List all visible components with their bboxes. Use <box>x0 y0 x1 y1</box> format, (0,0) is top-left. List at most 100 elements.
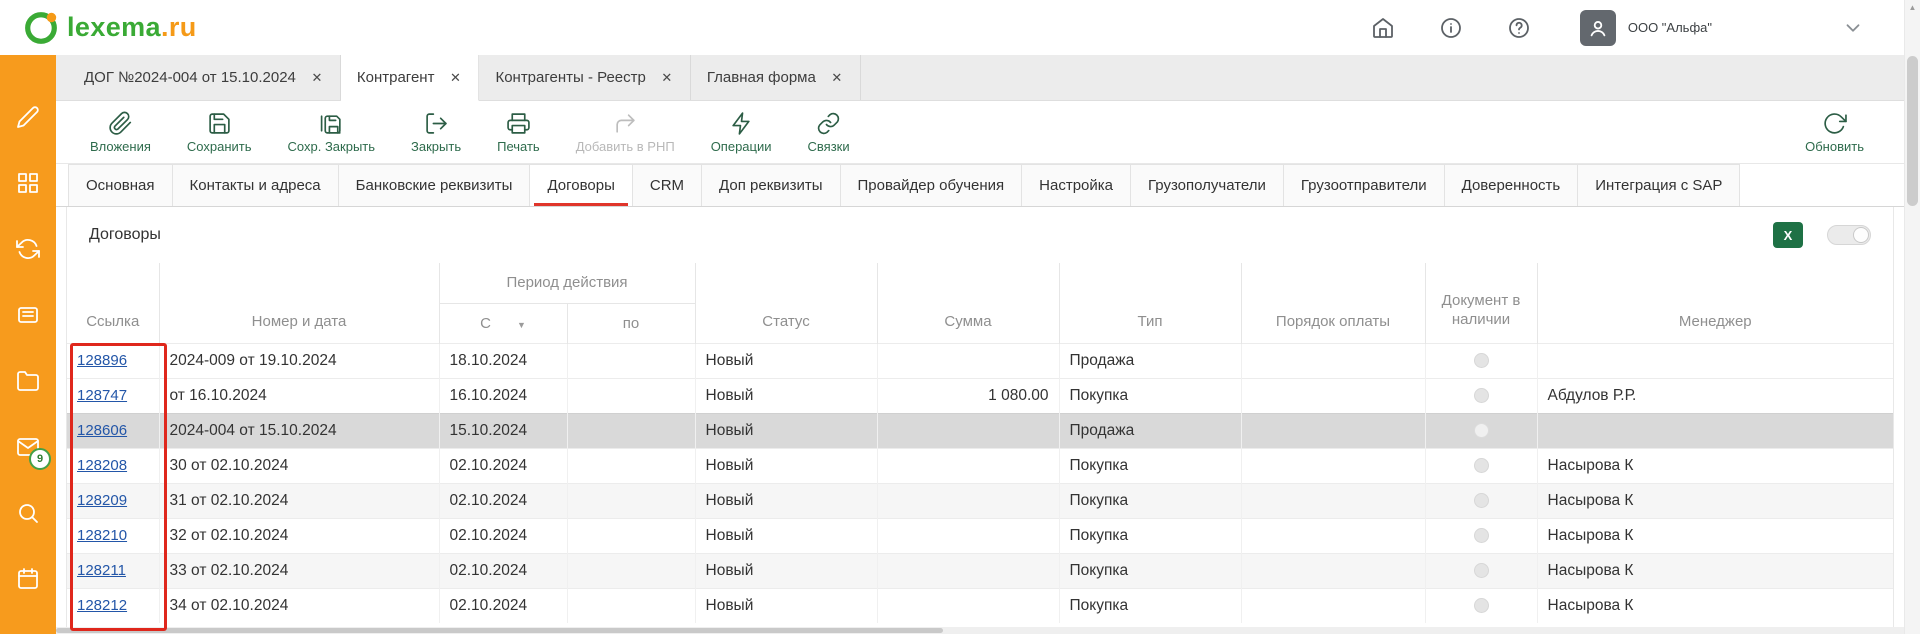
subtab-crm[interactable]: CRM <box>633 164 702 206</box>
toolbar: Вложения Сохранить Сохр. Закрыть Закрыть… <box>56 101 1904 163</box>
search-icon[interactable] <box>16 501 40 525</box>
topbar-actions: ООО "Альфа" <box>1328 10 1864 46</box>
subtab-dogovory[interactable]: Договоры <box>530 164 632 206</box>
doc-checkbox[interactable] <box>1474 458 1489 473</box>
filter-toggle[interactable] <box>1827 225 1871 245</box>
window-tab-kontragent[interactable]: Контрагент <box>341 55 480 101</box>
folder-icon[interactable] <box>16 369 40 393</box>
cell-manager: Насырова К <box>1537 553 1893 588</box>
print-button[interactable]: Печать <box>497 111 540 154</box>
mail-icon[interactable]: 9 <box>16 435 40 459</box>
close-tab-icon[interactable] <box>310 71 324 85</box>
subtab-doverennost[interactable]: Доверенность <box>1445 164 1579 206</box>
attachments-button[interactable]: Вложения <box>90 111 151 154</box>
window-tab-reestr[interactable]: Контрагенты - Реестр <box>479 55 690 100</box>
col-header-from[interactable]: С <box>439 303 567 343</box>
cell-payment <box>1241 553 1425 588</box>
window-tab-dog[interactable]: ДОГ №2024-004 от 15.10.2024 <box>68 55 341 100</box>
table-header: Ссылка Номер и дата Период действия Стат… <box>67 263 1893 343</box>
table-row[interactable]: 128747 от 16.10.2024 16.10.2024 Новый 1 … <box>67 378 1893 413</box>
contracts-panel: Договоры X Ссылка Номер и дата Период де… <box>66 207 1894 634</box>
doc-checkbox[interactable] <box>1474 528 1489 543</box>
user-icon <box>1587 17 1609 39</box>
col-header-type[interactable]: Тип <box>1059 263 1241 343</box>
cell-status: Новый <box>695 413 877 448</box>
horizontal-scrollbar[interactable] <box>56 627 1904 634</box>
subtab-kontakty[interactable]: Контакты и адреса <box>173 164 339 206</box>
doc-checkbox[interactable] <box>1474 493 1489 508</box>
horizontal-scrollbar-thumb[interactable] <box>56 628 943 633</box>
table-row-selected[interactable]: 128606 2024-004 от 15.10.2024 15.10.2024… <box>67 413 1893 448</box>
edit-icon[interactable] <box>16 105 40 129</box>
table-row[interactable]: 128209 31 от 02.10.2024 02.10.2024 Новый… <box>67 483 1893 518</box>
cell-type: Покупка <box>1059 518 1241 553</box>
contract-link[interactable]: 128209 <box>77 492 127 509</box>
window-tab-main-form[interactable]: Главная форма <box>691 55 861 100</box>
vertical-scrollbar-thumb[interactable] <box>1907 56 1918 206</box>
sync-icon[interactable] <box>16 237 40 261</box>
subtab-gruzopoluchateli[interactable]: Грузополучатели <box>1131 164 1284 206</box>
save-close-button[interactable]: Сохр. Закрыть <box>288 111 376 154</box>
help-icon[interactable] <box>1506 15 1532 41</box>
contract-link[interactable]: 128212 <box>77 597 127 614</box>
subtab-nastroika[interactable]: Настройка <box>1022 164 1131 206</box>
table-row[interactable]: 128211 33 от 02.10.2024 02.10.2024 Новый… <box>67 553 1893 588</box>
operations-button[interactable]: Операции <box>711 111 772 154</box>
col-header-number[interactable]: Номер и дата <box>159 263 439 343</box>
table-row[interactable]: 128212 34 от 02.10.2024 02.10.2024 Новый… <box>67 588 1893 623</box>
contract-link[interactable]: 128747 <box>77 387 127 404</box>
save-button[interactable]: Сохранить <box>187 111 252 154</box>
close-tab-icon[interactable] <box>448 71 462 85</box>
doc-checkbox[interactable] <box>1474 353 1489 368</box>
calendar-icon[interactable] <box>16 567 40 591</box>
close-tab-icon[interactable] <box>830 71 844 85</box>
col-header-status[interactable]: Статус <box>695 263 877 343</box>
cell-date-to <box>567 343 695 378</box>
excel-export-button[interactable]: X <box>1773 222 1803 248</box>
cell-date-to <box>567 588 695 623</box>
col-header-doc[interactable]: Документ в наличии <box>1425 263 1537 343</box>
org-selector[interactable]: ООО "Альфа" <box>1580 10 1712 46</box>
scroll-up-icon[interactable] <box>1905 3 1920 12</box>
contract-link[interactable]: 128896 <box>77 352 127 369</box>
top-bar: lexema.ru ООО "Альфа" <box>0 0 1904 55</box>
sort-dropdown-icon[interactable] <box>517 320 526 330</box>
doc-checkbox[interactable] <box>1474 563 1489 578</box>
home-icon[interactable] <box>1370 15 1396 41</box>
modules-grid-icon[interactable] <box>16 171 40 195</box>
vertical-scrollbar[interactable] <box>1904 0 1920 634</box>
lexema-logo[interactable]: lexema.ru <box>22 9 197 47</box>
contract-link[interactable]: 128208 <box>77 457 127 474</box>
reports-icon[interactable] <box>16 303 40 327</box>
doc-checkbox[interactable] <box>1474 598 1489 613</box>
subtab-osnovnaya[interactable]: Основная <box>68 164 173 206</box>
contract-link[interactable]: 128211 <box>77 562 126 579</box>
subtab-bank[interactable]: Банковские реквизиты <box>339 164 531 206</box>
col-header-payment[interactable]: Порядок оплаты <box>1241 263 1425 343</box>
close-tab-icon[interactable] <box>660 71 674 85</box>
refresh-button[interactable]: Обновить <box>1805 111 1864 154</box>
col-header-sum[interactable]: Сумма <box>877 263 1059 343</box>
cell-status: Новый <box>695 378 877 413</box>
contract-link[interactable]: 128606 <box>77 422 127 439</box>
subtab-provider[interactable]: Провайдер обучения <box>841 164 1023 206</box>
chevron-down-icon[interactable] <box>1842 17 1864 39</box>
table-row[interactable]: 128210 32 от 02.10.2024 02.10.2024 Новый… <box>67 518 1893 553</box>
table-row[interactable]: 128896 2024-009 от 19.10.2024 18.10.2024… <box>67 343 1893 378</box>
links-button[interactable]: Связки <box>808 111 850 154</box>
table-row[interactable]: 128208 30 от 02.10.2024 02.10.2024 Новый… <box>67 448 1893 483</box>
col-header-to[interactable]: по <box>567 303 695 343</box>
doc-checkbox[interactable] <box>1474 388 1489 403</box>
subtab-dop-rekvizity[interactable]: Доп реквизиты <box>702 164 840 206</box>
cell-sum <box>877 588 1059 623</box>
contract-link[interactable]: 128210 <box>77 527 127 544</box>
doc-checkbox[interactable] <box>1474 423 1489 438</box>
col-header-manager[interactable]: Менеджер <box>1537 263 1893 343</box>
subtab-sap[interactable]: Интеграция с SAP <box>1578 164 1740 206</box>
col-header-link[interactable]: Ссылка <box>67 263 159 343</box>
close-button[interactable]: Закрыть <box>411 111 461 154</box>
cell-date-to <box>567 553 695 588</box>
subtab-gruzootpraviteli[interactable]: Грузоотправители <box>1284 164 1445 206</box>
info-icon[interactable] <box>1438 15 1464 41</box>
cell-date-from: 02.10.2024 <box>439 483 567 518</box>
